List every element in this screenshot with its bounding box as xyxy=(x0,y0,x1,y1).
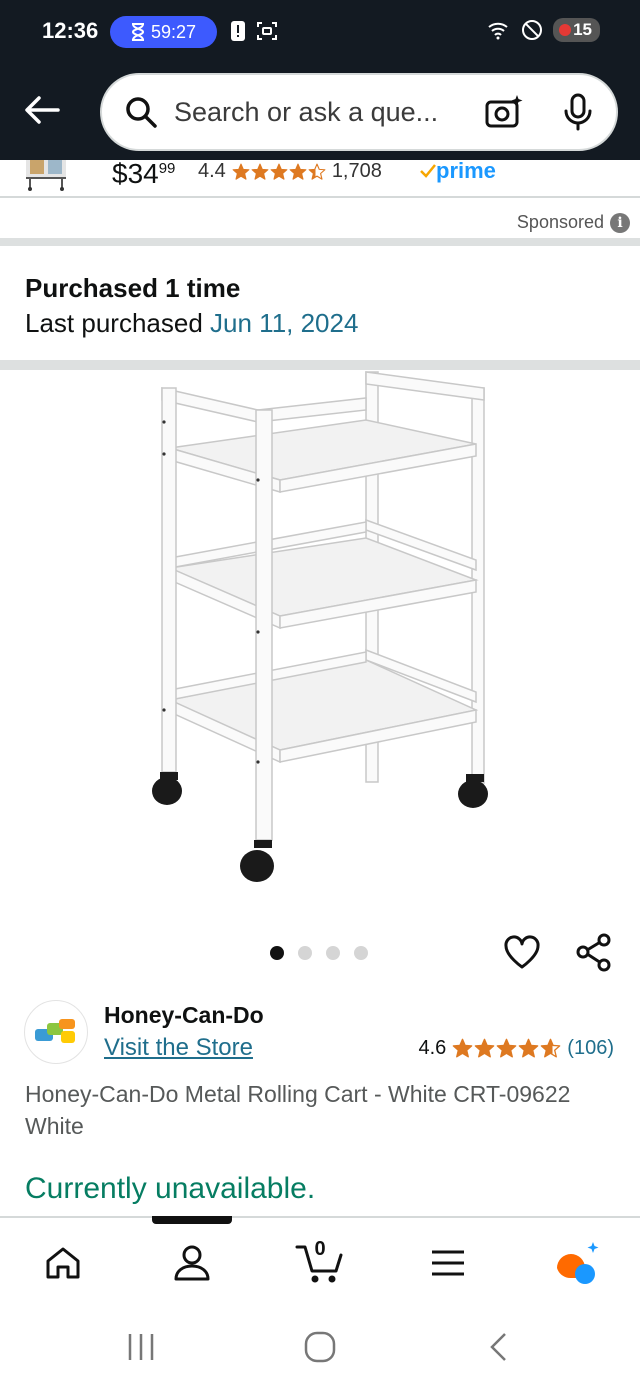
rating-value: 4.4 xyxy=(198,160,226,182)
wifi-icon xyxy=(488,22,508,40)
focus-timer-pill[interactable]: 59:27 xyxy=(110,16,217,48)
visit-store-link[interactable]: Visit the Store xyxy=(104,1034,253,1062)
star-icon xyxy=(232,163,250,180)
share-button[interactable] xyxy=(574,932,614,977)
carousel-dot[interactable] xyxy=(298,946,312,960)
availability-status: Currently unavailable. xyxy=(25,1172,316,1205)
system-back-button[interactable] xyxy=(483,1330,517,1369)
status-icons-right: 15 xyxy=(487,18,600,42)
store-name: Honey-Can-Do xyxy=(104,1002,264,1028)
star-icon xyxy=(496,1038,517,1058)
home-button[interactable] xyxy=(303,1330,337,1369)
sponsored-text: Sponsored xyxy=(516,212,604,232)
recent-apps-button[interactable] xyxy=(124,1330,158,1369)
home-circle-icon xyxy=(304,1331,336,1363)
status-icons-left xyxy=(230,20,278,42)
battery-indicator: 15 xyxy=(553,18,600,42)
voice-search-button[interactable] xyxy=(562,93,594,138)
status-time: 12:36 xyxy=(42,18,99,43)
image-carousel-dots[interactable] xyxy=(270,946,368,960)
search-placeholder: Search or ask a que... xyxy=(174,96,439,127)
carousel-dot[interactable] xyxy=(354,946,368,960)
sponsored-label[interactable]: Sponsored i xyxy=(517,212,630,233)
system-nav-bar xyxy=(0,1302,640,1388)
do-not-disturb-icon xyxy=(522,20,543,40)
divider xyxy=(0,360,640,370)
rating-value: 4.6 xyxy=(418,1037,447,1059)
nav-rufus[interactable] xyxy=(552,1238,602,1288)
store-logo[interactable] xyxy=(24,1000,88,1064)
battery-low-icon xyxy=(559,24,572,36)
menu-icon xyxy=(432,1250,464,1276)
battery-level: 15 xyxy=(573,20,592,39)
search-input[interactable]: Search or ask a que... xyxy=(100,73,618,151)
last-purchased: Last purchased Jun 11, 2024 xyxy=(25,308,358,339)
bottom-nav: 0 xyxy=(0,1216,640,1302)
back-arrow-icon xyxy=(25,96,60,124)
back-button[interactable] xyxy=(20,88,64,132)
review-count: (106) xyxy=(567,1037,614,1059)
system-back-icon xyxy=(490,1333,506,1361)
account-icon xyxy=(174,1245,210,1281)
info-icon: i xyxy=(610,212,630,233)
sponsored-product-thumbnail xyxy=(26,160,66,191)
star-icon xyxy=(540,1038,561,1058)
last-purchased-date[interactable]: Jun 11, 2024 xyxy=(210,308,358,338)
star-icon xyxy=(452,1038,473,1058)
carousel-dot[interactable] xyxy=(326,946,340,960)
prime-label: prime xyxy=(436,160,496,183)
search-icon xyxy=(126,97,157,128)
add-to-list-button[interactable] xyxy=(502,932,542,977)
review-count: 1,708 xyxy=(331,160,382,182)
cart-count: 0 xyxy=(314,1238,326,1260)
share-icon xyxy=(576,933,611,972)
sponsored-price: $3499 xyxy=(112,160,175,190)
nav-cart[interactable]: 0 xyxy=(295,1238,345,1288)
star-icon xyxy=(289,163,307,180)
purchased-count: Purchased 1 time xyxy=(25,273,241,303)
status-bar: 12:36 59:27 15 xyxy=(0,0,640,64)
purchase-history: Purchased 1 time Last purchased Jun 11, … xyxy=(0,246,640,360)
star-icon xyxy=(251,163,269,180)
sponsored-rating: 4.4 1,708 xyxy=(198,160,382,183)
star-icon xyxy=(474,1038,495,1058)
home-icon xyxy=(46,1247,80,1279)
divider xyxy=(0,238,640,246)
nav-home[interactable] xyxy=(38,1238,88,1288)
screenshot-icon xyxy=(257,22,277,40)
sponsored-product-strip[interactable]: $3499 4.4 1,708 prime xyxy=(0,160,640,198)
search-header: Search or ask a que... xyxy=(0,64,640,160)
prime-check-icon xyxy=(420,164,436,178)
star-icon xyxy=(308,163,326,180)
rufus-ai-icon xyxy=(557,1242,599,1284)
recent-apps-icon xyxy=(128,1334,154,1360)
nav-menu[interactable] xyxy=(423,1238,473,1288)
price-dollars: $34 xyxy=(112,160,159,189)
alert-icon xyxy=(231,21,245,41)
microphone-icon xyxy=(564,93,592,131)
star-rating xyxy=(232,163,326,181)
star-icon xyxy=(270,163,288,180)
star-icon xyxy=(518,1038,539,1058)
honey-can-do-logo xyxy=(35,1019,75,1043)
product-title: Honey-Can-Do Metal Rolling Cart - White … xyxy=(25,1081,571,1139)
hourglass-icon xyxy=(131,23,144,41)
carousel-dot[interactable] xyxy=(270,946,284,960)
timer-text: 59:27 xyxy=(150,21,197,42)
price-cents: 99 xyxy=(158,160,176,177)
nav-account[interactable] xyxy=(167,1238,217,1288)
product-image[interactable] xyxy=(140,370,500,890)
last-purchased-label: Last purchased xyxy=(25,308,211,338)
heart-icon xyxy=(504,935,540,969)
store-rating[interactable]: 4.6 (106) xyxy=(418,1037,614,1060)
star-rating xyxy=(452,1038,561,1059)
prime-badge: prime xyxy=(420,160,496,184)
camera-sparkle-icon xyxy=(485,95,523,128)
active-tab-indicator xyxy=(152,1216,232,1224)
camera-search-button[interactable] xyxy=(484,93,524,138)
